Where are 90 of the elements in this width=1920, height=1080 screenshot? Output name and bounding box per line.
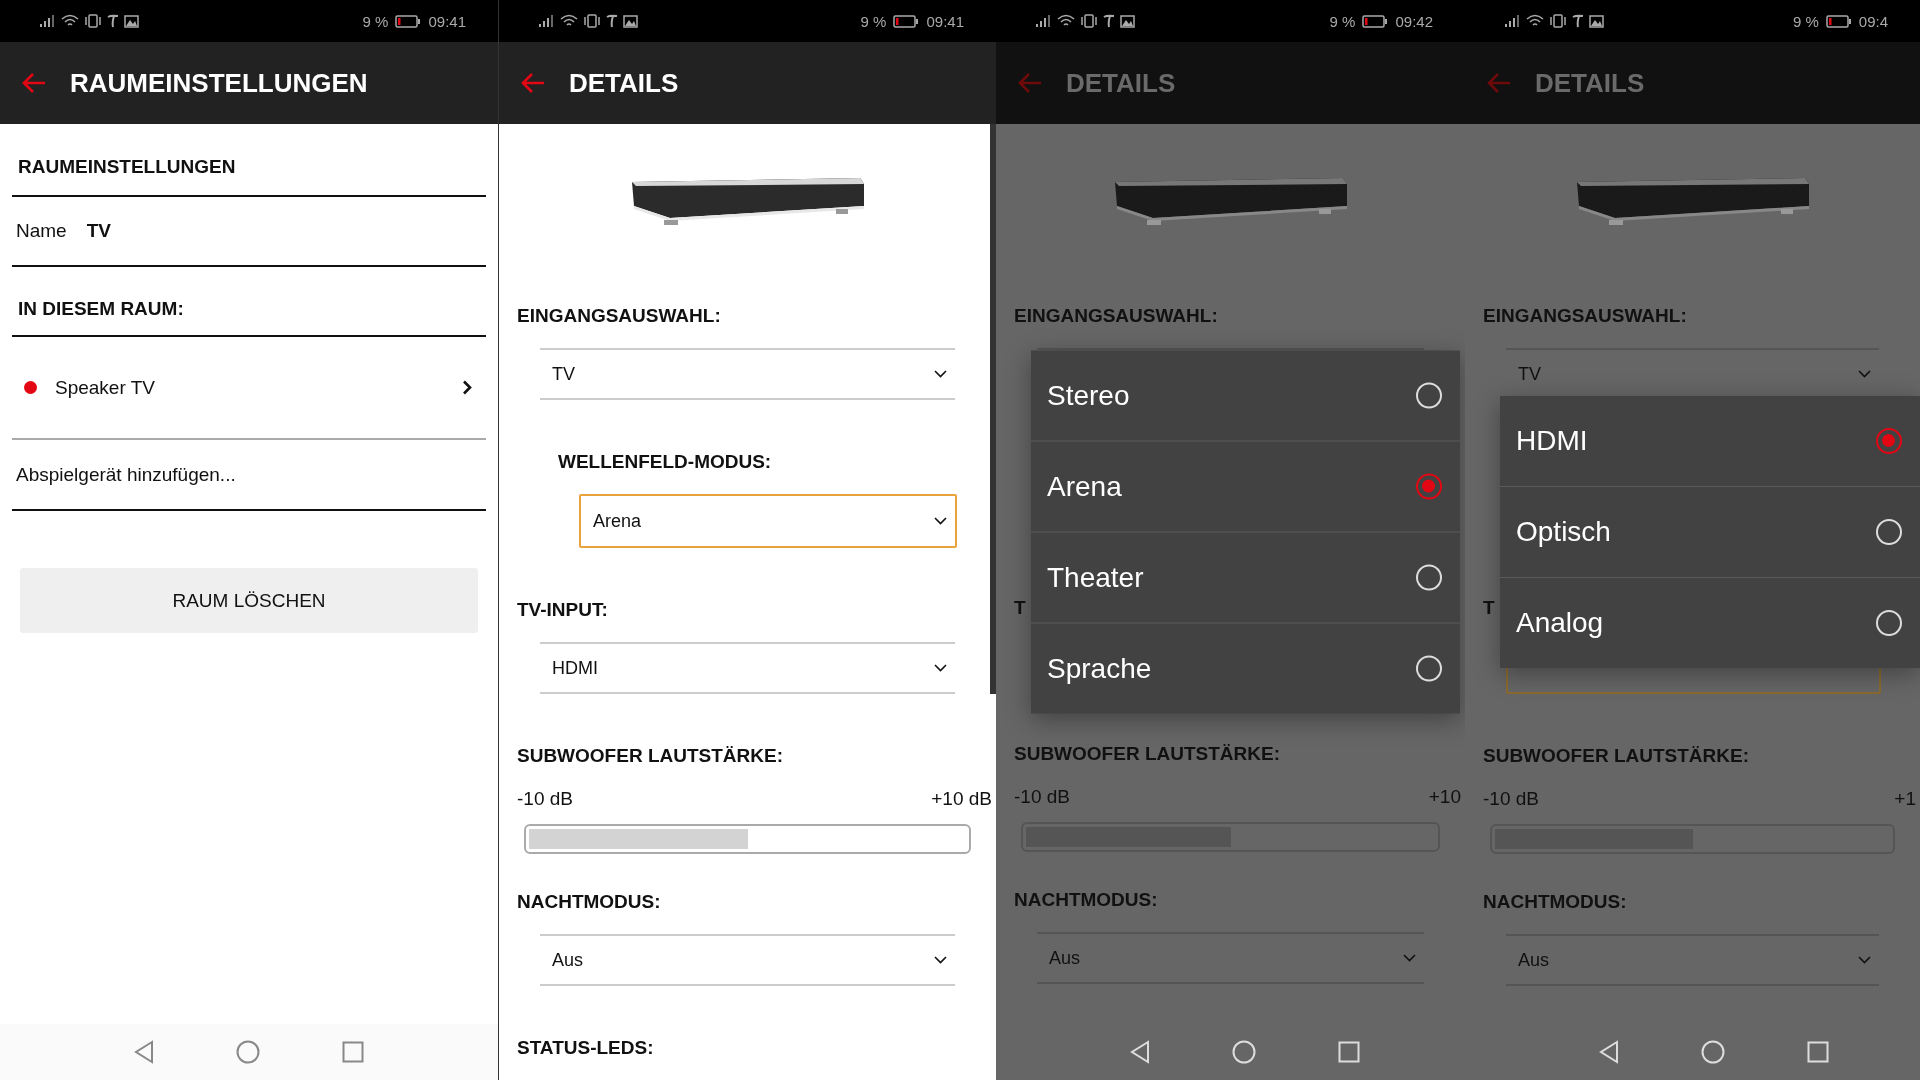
add-device-link[interactable]: Abspielgerät hinzufügen... — [16, 463, 236, 486]
battery-percent: 9 % — [362, 12, 389, 30]
signal-icon — [40, 15, 56, 27]
status-time: 09:41 — [428, 12, 466, 30]
chevron-icon — [1403, 954, 1416, 962]
battery-icon — [893, 14, 920, 28]
radio-button[interactable] — [1416, 473, 1442, 500]
chevron-icon — [934, 664, 947, 672]
screen-title: RAUMEINSTELLUNGEN — [70, 67, 368, 99]
slider-max-label: +1 — [1894, 788, 1916, 810]
notification-icon — [1572, 14, 1584, 28]
slider-min-label: -10 dB — [1483, 788, 1539, 810]
battery-percent: 9 % — [1792, 12, 1819, 30]
signal-icon — [539, 15, 555, 27]
section-heading: NACHTMODUS: — [1483, 891, 1627, 913]
back-arrow-icon[interactable] — [521, 72, 545, 94]
status-time: 09:41 — [926, 12, 964, 30]
recents-icon[interactable] — [342, 1041, 364, 1063]
section-heading: EINGANGSAUSWAHL: — [1483, 305, 1687, 327]
section-heading: SUBWOOFER LAUTSTÄRKE: — [517, 745, 783, 767]
dropdown-select[interactable]: TV — [540, 348, 955, 400]
section-heading: T — [1483, 597, 1495, 619]
option-item[interactable]: Theater — [1031, 531, 1460, 623]
section-heading: NACHTMODUS: — [517, 891, 661, 913]
battery-icon — [395, 14, 422, 28]
section-heading: EINGANGSAUSWAHL: — [517, 305, 721, 327]
notification-icon — [606, 14, 618, 28]
gallery-icon — [1589, 14, 1604, 28]
dropdown-select[interactable]: HDMI — [540, 642, 955, 694]
chevron-icon — [934, 956, 947, 964]
wifi-icon — [1057, 14, 1075, 28]
screen-title: DETAILS — [569, 67, 679, 99]
wifi-icon — [61, 14, 79, 28]
chevron-icon — [934, 517, 947, 525]
radio-button[interactable] — [1876, 428, 1902, 454]
option-item[interactable]: Optisch — [1500, 486, 1920, 577]
chevron-icon — [462, 380, 472, 395]
section-heading: EINGANGSAUSWAHL: — [1014, 305, 1218, 327]
signal-icon — [1036, 15, 1052, 27]
section-heading: SUBWOOFER LAUTSTÄRKE: — [1014, 743, 1280, 765]
slider-max-label: +10 — [1428, 786, 1461, 808]
home-icon[interactable] — [236, 1040, 260, 1064]
notification-icon — [107, 14, 119, 28]
chevron-icon — [1858, 956, 1871, 964]
vibrate-icon — [1549, 14, 1567, 28]
section-heading: T — [1014, 597, 1026, 619]
section-heading: NACHTMODUS: — [1014, 889, 1158, 911]
slider-min-label: -10 dB — [1014, 786, 1070, 808]
vibrate-icon — [583, 14, 601, 28]
device-item[interactable]: Speaker TV — [12, 337, 486, 440]
gallery-icon — [1120, 14, 1135, 28]
option-item[interactable]: Analog — [1500, 577, 1920, 668]
option-item[interactable]: Stereo — [1031, 350, 1460, 441]
battery-percent: 9 % — [860, 12, 887, 30]
chevron-icon — [1858, 370, 1871, 378]
status-time: 09:4 — [1858, 12, 1888, 30]
wifi-icon — [1526, 14, 1544, 28]
dropdown-select[interactable]: Arena — [579, 494, 957, 548]
vibrate-icon — [84, 14, 102, 28]
status-time: 09:42 — [1395, 12, 1433, 30]
screen-title: DETAILS — [1066, 67, 1176, 99]
back-icon[interactable] — [134, 1040, 154, 1064]
vibrate-icon — [1080, 14, 1098, 28]
battery-icon — [1825, 14, 1852, 28]
chevron-icon — [934, 370, 947, 378]
signal-icon — [1505, 15, 1521, 27]
section-heading: STATUS-LEDS: — [517, 1037, 654, 1059]
option-item[interactable]: Sprache — [1031, 622, 1460, 714]
section-heading: RAUMEINSTELLUNGEN — [18, 155, 236, 178]
section-heading: TV-INPUT: — [517, 599, 608, 621]
gallery-icon — [623, 14, 638, 28]
notification-icon — [1103, 14, 1115, 28]
slider-max-label: +10 dB — [931, 788, 992, 810]
slider-min-label: -10 dB — [517, 788, 573, 810]
section-heading: IN DIESEM RAUM: — [18, 298, 184, 320]
slider-track[interactable] — [524, 824, 971, 854]
option-item[interactable]: Arena — [1031, 440, 1460, 532]
section-heading: SUBWOOFER LAUTSTÄRKE: — [1483, 745, 1749, 767]
field-value: TV — [86, 220, 111, 242]
gallery-icon — [124, 14, 139, 28]
section-heading: WELLENFELD-MODUS: — [558, 451, 772, 473]
field-label: Name — [16, 220, 67, 242]
wifi-icon — [560, 14, 578, 28]
battery-percent: 9 % — [1329, 12, 1356, 30]
scrollbar[interactable] — [990, 124, 996, 694]
battery-icon — [1362, 14, 1389, 28]
delete-room-button[interactable]: RAUM LÖSCHEN — [20, 568, 478, 633]
dropdown-select[interactable]: Aus — [540, 934, 955, 986]
back-arrow-icon[interactable] — [22, 72, 46, 94]
screen-title: DETAILS — [1535, 67, 1645, 99]
